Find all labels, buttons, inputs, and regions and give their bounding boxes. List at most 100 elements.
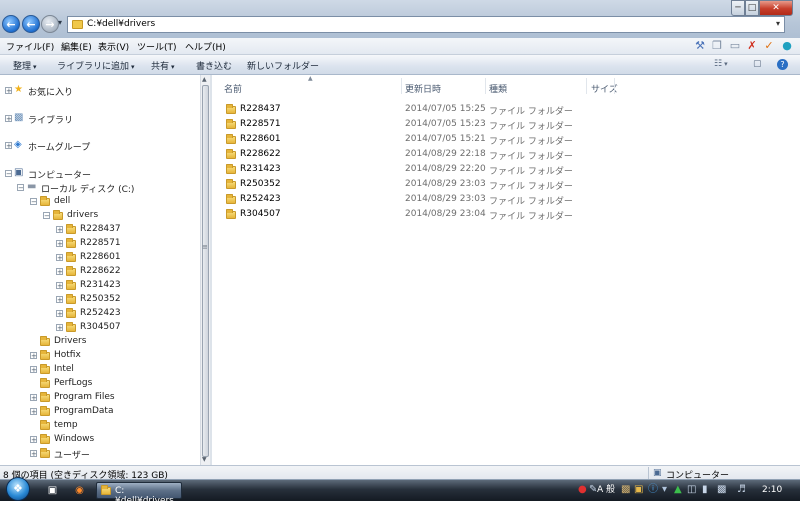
file-type: ファイル フォルダー [489,167,573,177]
start-button[interactable]: ❖ [6,477,30,501]
address-dropdown-icon[interactable]: ▾ [776,19,780,28]
column-name-label: 名前 [224,85,243,95]
expand-icon[interactable]: + [56,254,63,262]
address-bar[interactable]: C:¥dell¥drivers ▾ [67,16,785,33]
ime-tool-icon[interactable]: ▩ [621,484,630,496]
file-type: ファイル フォルダー [489,107,573,117]
expand-icon[interactable]: + [56,240,63,248]
network-icon[interactable]: ◫ [687,484,696,496]
column-header-size[interactable]: サイズ [579,75,639,97]
expand-icon[interactable]: + [30,352,37,360]
nav-folder-label: drivers [67,210,99,220]
expand-icon[interactable]: + [56,324,63,332]
close-button[interactable]: ✕ [759,0,793,16]
collapse-icon[interactable]: − [43,212,50,220]
copy-icon[interactable]: ❐ [711,40,723,52]
folder-icon [40,378,50,388]
globe-icon[interactable]: ● [781,40,793,52]
burn-button[interactable]: 書き込む [196,59,232,72]
shield-icon[interactable]: ▲ [674,484,682,496]
expand-icon[interactable]: + [30,394,37,402]
recent-pages-dropdown[interactable]: ▾ [58,18,62,27]
view-options-button[interactable]: ☷ ▾ [714,59,728,69]
nav-folder-label: R228601 [80,252,121,262]
help-icon[interactable]: ⓘ [648,484,658,496]
back-arrow-icon: ← [6,18,16,31]
organize-button[interactable]: 整理 ▾ [13,59,37,72]
file-date: 2014/08/29 23:03 [405,194,486,204]
menu-file[interactable]: ファイル(F) [6,40,54,53]
folder-icon [226,119,236,129]
wrench-icon[interactable]: ⚒ [694,40,706,52]
collapse-icon[interactable]: − [5,170,12,178]
expand-icon[interactable]: + [56,296,63,304]
maximize-button[interactable]: □ [745,0,759,16]
menu-view[interactable]: 表示(V) [98,40,129,53]
menu-tools[interactable]: ツール(T) [137,40,177,53]
help-icon: ? [780,60,785,69]
nav-scrollbar[interactable]: ▲ ≡ ▼ [200,75,210,465]
show-desktop-icon[interactable]: ▣ [46,484,59,497]
forward-button[interactable]: ← [22,15,40,33]
chevron-down-icon: ▾ [171,63,175,71]
back-button[interactable]: ← [2,15,20,33]
share-button[interactable]: 共有 ▾ [151,59,175,72]
scrollbar-thumb[interactable] [202,85,209,457]
expand-icon[interactable]: + [30,436,37,444]
file-type: ファイル フォルダー [489,122,573,132]
file-type: ファイル フォルダー [489,137,573,147]
preview-pane-button[interactable]: ▢ [753,59,762,69]
expand-icon[interactable]: + [30,408,37,416]
folder-icon [40,434,50,444]
expand-icon[interactable]: + [30,366,37,374]
expand-icon[interactable]: + [5,115,12,123]
expand-icon[interactable]: + [5,142,12,150]
expand-icon[interactable]: + [5,87,12,95]
display-icon[interactable]: ▩ [717,484,726,496]
firefox-icon[interactable]: ◉ [73,484,86,497]
help-button[interactable]: ? [777,59,788,70]
add-to-library-button[interactable]: ライブラリに追加 ▾ [57,59,135,72]
chevron-down-icon: ▾ [724,60,728,68]
scroll-up-icon[interactable]: ▲ [202,76,207,83]
collapse-icon[interactable]: − [30,198,37,206]
homegroup-icon: ◈ [14,139,22,150]
file-date: 2014/08/29 23:04 [405,209,486,219]
file-name: R231423 [240,164,281,174]
volume-icon[interactable]: ♬ [737,484,746,496]
menu-edit[interactable]: 編集(E) [61,40,92,53]
expand-icon[interactable]: + [30,450,37,458]
new-folder-button[interactable]: 新しいフォルダー [247,59,319,72]
paste-icon[interactable]: ▭ [729,40,741,52]
file-date: 2014/07/05 15:23 [405,119,486,129]
ime-dictionary-icon[interactable]: ▣ [634,484,643,496]
nav-folder-label: Program Files [54,392,115,402]
battery-icon[interactable]: ▮ [702,484,708,496]
checkmark-icon[interactable]: ✓ [763,40,775,52]
column-header-name[interactable]: ▲ 名前 [212,75,402,97]
up-level-button[interactable]: → [41,15,59,33]
record-icon[interactable]: ● [578,484,587,496]
expand-icon[interactable]: + [56,268,63,276]
windows-logo-icon: ❖ [13,482,23,495]
menu-help[interactable]: ヘルプ(H) [185,40,226,53]
nav-folder-label: Intel [54,364,74,374]
taskbar-window-explorer[interactable]: C:¥dell¥drivers [96,482,182,506]
scroll-down-icon[interactable]: ▼ [202,456,207,463]
expand-icon[interactable]: + [56,282,63,290]
minimize-button[interactable]: ─ [731,0,745,16]
taskbar-window-label: C:¥dell¥drivers [115,486,174,506]
column-header-date[interactable]: 更新日時 [393,75,477,97]
column-header-type[interactable]: 種類 [477,75,577,97]
column-divider[interactable] [614,78,615,94]
delete-icon[interactable]: ✗ [746,40,758,52]
folder-icon [226,134,236,144]
ime-options-icon[interactable]: ▾ [662,484,667,496]
close-icon: ✕ [772,3,780,13]
collapse-icon[interactable]: − [17,184,24,192]
expand-icon[interactable]: + [56,226,63,234]
ime-mode-indicator[interactable]: A 般 [597,484,615,496]
expand-icon[interactable]: + [56,310,63,318]
nav-computer-label: コンピューター [28,171,92,181]
clock[interactable]: 2:10 [762,485,782,495]
